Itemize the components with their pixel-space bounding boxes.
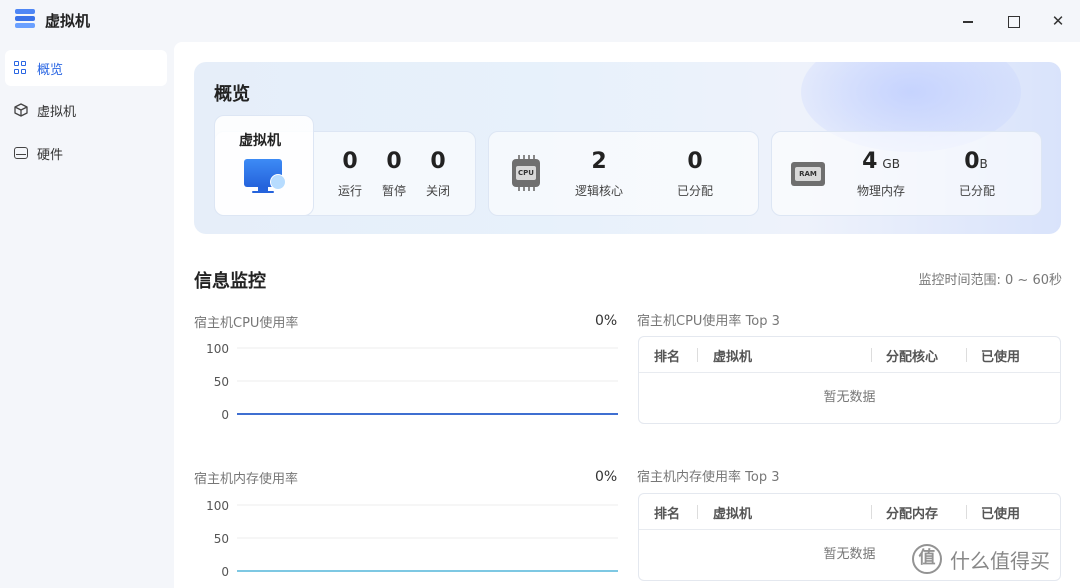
y-tick-label: 0 bbox=[221, 565, 229, 579]
minimize-button[interactable] bbox=[956, 10, 980, 32]
vm-paused-label: 暂停 bbox=[381, 184, 406, 198]
table-header: 排名 虚拟机 分配内存 已使用 bbox=[639, 494, 1060, 530]
mem-usage-chart: 100 50 0 bbox=[206, 499, 618, 579]
monitor-section-title: 信息监控 bbox=[194, 271, 266, 292]
sidebar-item-vm[interactable]: 虚拟机 bbox=[5, 92, 167, 128]
mem-top3-title: 宿主机内存使用率 Top 3 bbox=[637, 470, 780, 485]
column-header: 排名 bbox=[654, 350, 681, 365]
vm-running-count: 0 bbox=[342, 149, 358, 174]
cpu-allocated-count: 0 bbox=[687, 149, 703, 174]
main-content: 概览 虚拟机 0 运行 0 暂停 0 关闭 CPU 2 逻辑核心 0 已分配 R… bbox=[174, 42, 1080, 588]
disk-icon bbox=[14, 147, 28, 159]
monitor-badge-icon bbox=[270, 174, 286, 190]
column-header: 虚拟机 bbox=[713, 507, 753, 522]
cpu-top3-title: 宿主机CPU使用率 Top 3 bbox=[637, 314, 780, 329]
cpu-cores-label: 逻辑核心 bbox=[574, 184, 623, 198]
cpu-chip-icon: CPU bbox=[508, 155, 544, 191]
vm-paused-count: 0 bbox=[386, 149, 402, 174]
y-tick-label: 50 bbox=[214, 532, 229, 546]
cpu-chart-percent: 0% bbox=[595, 313, 618, 329]
sidebar-item-overview[interactable]: 概览 bbox=[5, 50, 167, 86]
watermark: 值 什么值得买 bbox=[912, 544, 1050, 574]
empty-state: 暂无数据 bbox=[823, 390, 876, 405]
watermark-logo: 值 bbox=[912, 544, 942, 574]
monitor-time-range: 监控时间范围: 0 ~ 60秒 bbox=[918, 273, 1062, 288]
overview-title: 概览 bbox=[214, 84, 250, 105]
ram-physical-value: 4 GB bbox=[862, 149, 900, 174]
y-tick-label: 0 bbox=[221, 408, 229, 422]
mem-chart-title: 宿主机内存使用率 bbox=[194, 472, 299, 487]
sidebar-item-label: 硬件 bbox=[37, 147, 64, 163]
close-button[interactable]: ✕ bbox=[1046, 10, 1070, 32]
vm-tab: 虚拟机 bbox=[214, 115, 314, 216]
ram-physical-label: 物理内存 bbox=[856, 184, 905, 198]
column-header: 分配核心 bbox=[886, 350, 939, 365]
cpu-top3-table: 排名 虚拟机 分配核心 已使用 暂无数据 bbox=[638, 336, 1061, 424]
vm-closed-count: 0 bbox=[430, 149, 446, 174]
ram-allocated-label: 已分配 bbox=[958, 184, 995, 198]
sidebar-item-label: 概览 bbox=[37, 62, 64, 78]
ram-chip-icon: RAM bbox=[791, 159, 827, 189]
server-icon bbox=[15, 9, 37, 31]
maximize-button[interactable] bbox=[1001, 10, 1025, 32]
mem-chart-percent: 0% bbox=[595, 469, 618, 485]
cpu-chart-title: 宿主机CPU使用率 bbox=[194, 316, 299, 331]
ram-allocated-value: 0B bbox=[964, 149, 988, 174]
column-header: 已使用 bbox=[981, 350, 1021, 365]
sidebar-item-hardware[interactable]: 硬件 bbox=[5, 135, 167, 171]
cpu-cores-count: 2 bbox=[591, 149, 607, 174]
sidebar-item-label: 虚拟机 bbox=[37, 104, 77, 120]
column-header: 排名 bbox=[654, 507, 681, 522]
column-header: 分配内存 bbox=[886, 507, 939, 522]
cpu-usage-chart: 100 50 0 bbox=[206, 342, 618, 422]
cube-icon bbox=[14, 103, 28, 117]
window-title: 虚拟机 bbox=[45, 12, 91, 30]
y-tick-label: 100 bbox=[206, 342, 229, 356]
overview-panel: 概览 虚拟机 0 运行 0 暂停 0 关闭 CPU 2 逻辑核心 0 已分配 R… bbox=[194, 62, 1061, 234]
watermark-text: 什么值得买 bbox=[950, 548, 1050, 573]
column-header: 已使用 bbox=[981, 507, 1021, 522]
table-header: 排名 虚拟机 分配核心 已使用 bbox=[639, 337, 1060, 373]
vm-running-label: 运行 bbox=[337, 184, 362, 198]
y-tick-label: 100 bbox=[206, 499, 229, 513]
cpu-allocated-label: 已分配 bbox=[676, 184, 713, 198]
sidebar: 概览 虚拟机 硬件 bbox=[0, 42, 174, 588]
vm-closed-label: 关闭 bbox=[425, 184, 450, 198]
column-header: 虚拟机 bbox=[713, 350, 753, 365]
title-bar: 虚拟机 ✕ bbox=[0, 0, 1080, 42]
vm-label: 虚拟机 bbox=[239, 133, 281, 149]
grid-icon bbox=[14, 61, 28, 75]
y-tick-label: 50 bbox=[214, 375, 229, 389]
